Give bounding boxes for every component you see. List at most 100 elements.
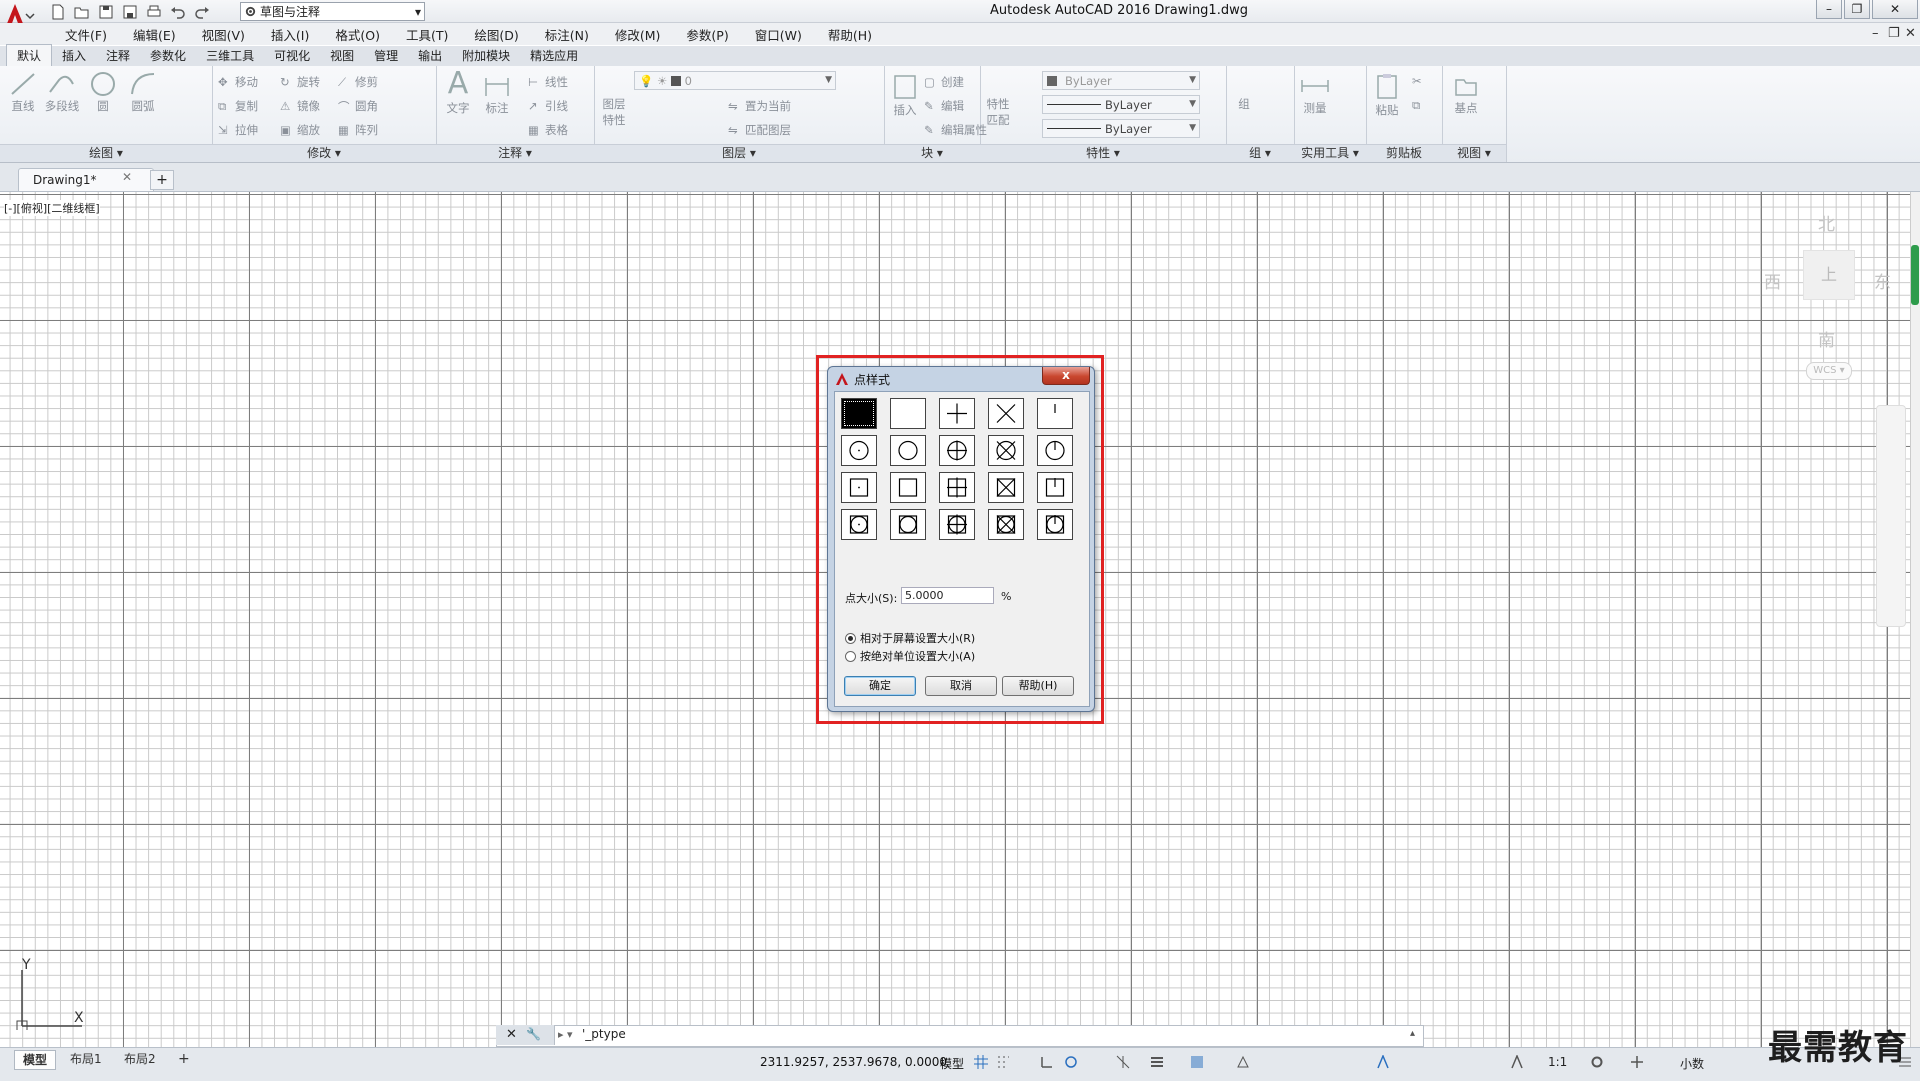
panel-properties-title[interactable]: 特性 ▾ bbox=[980, 144, 1226, 162]
panel-groups-title[interactable]: 组 ▾ bbox=[1226, 144, 1294, 162]
point-style-circle-dot[interactable] bbox=[841, 435, 877, 466]
ok-button[interactable]: 确定 bbox=[844, 676, 916, 696]
menu-parametric[interactable]: 参数(P) bbox=[673, 25, 741, 44]
plus-icon[interactable] bbox=[1630, 1055, 1644, 1069]
menu-insert[interactable]: 插入(I) bbox=[258, 25, 322, 44]
tab-output[interactable]: 输出 bbox=[408, 45, 452, 66]
tab-insert[interactable]: 插入 bbox=[52, 45, 96, 66]
insert-block-button[interactable]: 插入 bbox=[888, 72, 922, 118]
open-file-icon[interactable] bbox=[72, 3, 92, 21]
new-tab-button[interactable]: + bbox=[150, 170, 174, 190]
wrench-icon[interactable]: 🔧 bbox=[526, 1027, 541, 1041]
help-button[interactable]: 帮助(H) bbox=[1002, 676, 1074, 696]
menu-modify[interactable]: 修改(M) bbox=[602, 25, 674, 44]
menu-file[interactable]: 文件(F) bbox=[52, 25, 120, 44]
navigation-bar[interactable] bbox=[1876, 405, 1906, 627]
scale-button[interactable]: ▣ 缩放 bbox=[280, 122, 320, 138]
viewcube[interactable]: 上 bbox=[1803, 250, 1855, 300]
point-style-circle-tick[interactable] bbox=[1037, 435, 1073, 466]
viewcube-east[interactable]: 东 bbox=[1874, 268, 1891, 293]
text-button[interactable]: A 文字 bbox=[442, 68, 474, 116]
close-window-button[interactable]: ✕ bbox=[1872, 0, 1918, 19]
point-style-square-dot[interactable] bbox=[841, 472, 877, 503]
cut-icon[interactable]: ✂ bbox=[1412, 74, 1422, 88]
tab-3d-tools[interactable]: 三维工具 bbox=[196, 45, 264, 66]
grid-icon[interactable] bbox=[974, 1055, 988, 1069]
copy-clip-icon[interactable]: ⧉ bbox=[1412, 98, 1420, 113]
menu-edit[interactable]: 编辑(E) bbox=[120, 25, 189, 44]
layout-tab-layout2[interactable]: 布局2 bbox=[116, 1050, 164, 1068]
redo-icon[interactable] bbox=[192, 3, 212, 21]
point-style-circle-none[interactable] bbox=[890, 435, 926, 466]
menu-draw[interactable]: 绘图(D) bbox=[461, 25, 531, 44]
menu-tools[interactable]: 工具(T) bbox=[393, 25, 461, 44]
command-prompt-icon[interactable]: ▸ ▾ bbox=[558, 1028, 573, 1041]
fillet-button[interactable]: ⌒ 圆角 bbox=[338, 98, 378, 114]
maximize-button[interactable]: ❐ bbox=[1844, 0, 1870, 19]
menu-format[interactable]: 格式(O) bbox=[322, 25, 393, 44]
viewcube-south[interactable]: 南 bbox=[1818, 326, 1835, 351]
point-style-square-none[interactable] bbox=[890, 472, 926, 503]
viewport-controls[interactable]: [-][俯视][二维线框] bbox=[4, 200, 100, 216]
radio-relative-size[interactable]: 相对于屏幕设置大小(R) bbox=[845, 630, 975, 646]
menu-view[interactable]: 视图(V) bbox=[189, 25, 258, 44]
menu-help[interactable]: 帮助(H) bbox=[815, 25, 885, 44]
point-style-plus[interactable] bbox=[939, 398, 975, 429]
tab-manage[interactable]: 管理 bbox=[364, 45, 408, 66]
circle-button[interactable]: 圆 bbox=[86, 70, 120, 114]
layout-tab-layout1[interactable]: 布局1 bbox=[62, 1050, 110, 1068]
tab-featured-apps[interactable]: 精选应用 bbox=[520, 45, 588, 66]
close-tab-icon[interactable]: ✕ bbox=[122, 170, 132, 184]
tab-view[interactable]: 视图 bbox=[320, 45, 364, 66]
document-tab[interactable]: Drawing1* bbox=[18, 168, 154, 191]
tab-parametric[interactable]: 参数化 bbox=[140, 45, 196, 66]
panel-annotation-title[interactable]: 注释 ▾ bbox=[436, 144, 594, 162]
measure-button[interactable]: 测量 bbox=[1298, 72, 1332, 116]
save-icon[interactable] bbox=[96, 3, 116, 21]
point-size-input[interactable]: 5.0000 bbox=[901, 587, 994, 604]
base-view-button[interactable]: 基点 bbox=[1446, 72, 1486, 116]
selection-cycling-icon[interactable] bbox=[1236, 1055, 1250, 1069]
point-style-dot[interactable] bbox=[841, 398, 877, 429]
tab-home[interactable]: 默认 bbox=[6, 44, 53, 66]
edit-block-button[interactable]: ✎ 编辑 bbox=[924, 98, 964, 114]
print-icon[interactable] bbox=[144, 3, 164, 21]
annotation-scale-icon[interactable] bbox=[1376, 1054, 1390, 1069]
panel-draw-title[interactable]: 绘图 ▾ bbox=[0, 144, 212, 162]
layer-properties-button[interactable]: 图层特性 bbox=[600, 96, 628, 128]
move-button[interactable]: ✥ 移动 bbox=[218, 74, 258, 90]
stretch-button[interactable]: ⇲ 拉伸 bbox=[218, 122, 258, 138]
layer-dropdown[interactable]: 💡 ☀ 0 ▼ bbox=[634, 71, 836, 90]
workspace-dropdown[interactable]: 草图与注释 ▾ bbox=[240, 2, 425, 21]
point-style-cross[interactable] bbox=[988, 398, 1024, 429]
lineweight-dropdown[interactable]: ByLayer ▼ bbox=[1042, 119, 1200, 138]
menu-window[interactable]: 窗口(W) bbox=[742, 25, 815, 44]
panel-block-title[interactable]: 块 ▾ bbox=[884, 144, 980, 162]
wcs-menu[interactable]: WCS ▾ bbox=[1806, 362, 1852, 380]
transparency-icon[interactable] bbox=[1190, 1055, 1204, 1069]
point-style-none[interactable] bbox=[890, 398, 926, 429]
cancel-button[interactable]: 取消 bbox=[925, 676, 997, 696]
point-style-circle-plus[interactable] bbox=[939, 435, 975, 466]
paste-button[interactable]: 粘贴 bbox=[1370, 72, 1404, 118]
point-style-circle-square-cross[interactable] bbox=[988, 509, 1024, 540]
rotate-button[interactable]: ↻ 旋转 bbox=[280, 74, 320, 90]
copy-button[interactable]: ⧉ 复制 bbox=[218, 98, 258, 114]
save-as-icon[interactable] bbox=[120, 3, 140, 21]
radio-relative-indicator[interactable] bbox=[845, 632, 856, 644]
point-style-circle-square-plus[interactable] bbox=[939, 509, 975, 540]
trim-button[interactable]: ⟋ 修剪 bbox=[338, 74, 378, 90]
minimize-button[interactable]: – bbox=[1816, 0, 1842, 19]
undo-icon[interactable] bbox=[168, 3, 188, 21]
point-style-square-tick[interactable] bbox=[1037, 472, 1073, 503]
point-style-circle-cross[interactable] bbox=[988, 435, 1024, 466]
command-line[interactable] bbox=[496, 1025, 1424, 1047]
model-space-toggle[interactable]: 模型 bbox=[940, 1055, 964, 1072]
add-layout-icon[interactable]: + bbox=[170, 1050, 198, 1068]
array-button[interactable]: ▦ 阵列 bbox=[338, 122, 378, 138]
edit-attr-button[interactable]: ✎ 编辑属性 bbox=[924, 122, 987, 138]
annotation-visibility-icon[interactable] bbox=[1510, 1054, 1524, 1069]
close-icon[interactable]: ✕ bbox=[506, 1027, 517, 1042]
point-style-square-cross[interactable] bbox=[988, 472, 1024, 503]
arc-button[interactable]: 圆弧 bbox=[126, 70, 160, 114]
